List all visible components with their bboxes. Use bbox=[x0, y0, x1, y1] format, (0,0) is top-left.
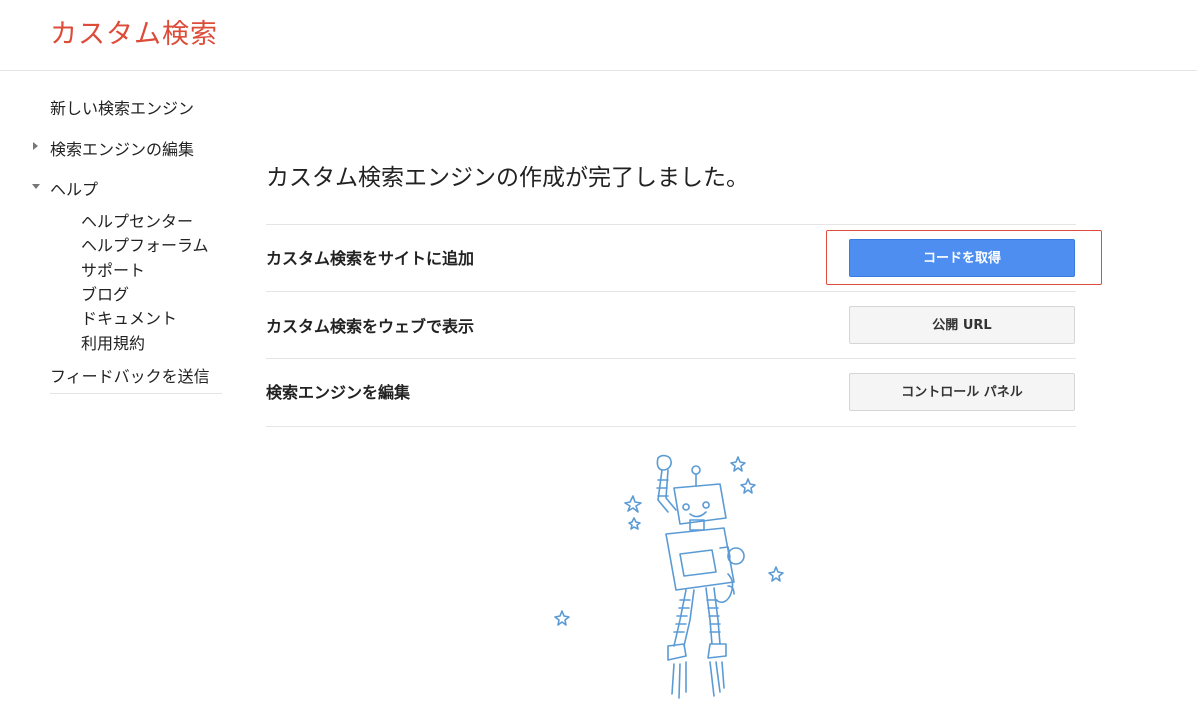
row-divider bbox=[266, 291, 1076, 292]
sidebar-subitem-help-center[interactable]: ヘルプセンター bbox=[81, 208, 193, 232]
app-title[interactable]: カスタム検索 bbox=[50, 12, 218, 51]
page-title: カスタム検索エンジンの作成が完了しました。 bbox=[266, 165, 749, 191]
sidebar-divider bbox=[50, 393, 222, 394]
row-divider bbox=[266, 358, 1076, 359]
row-label-view-on-web: カスタム検索をウェブで表示 bbox=[266, 317, 475, 336]
app-header: カスタム検索 bbox=[0, 0, 1197, 71]
sidebar-subitem-terms[interactable]: 利用規約 bbox=[81, 330, 145, 354]
robot-illustration bbox=[554, 454, 784, 699]
row-label-add-to-site: カスタム検索をサイトに追加 bbox=[266, 249, 475, 268]
public-url-button[interactable]: 公開 URL bbox=[849, 306, 1075, 344]
sidebar-subitem-help-forum[interactable]: ヘルプフォーラム bbox=[81, 232, 209, 256]
sidebar-item-new-engine[interactable]: 新しい検索エンジン bbox=[50, 95, 194, 119]
sidebar-subitem-documents[interactable]: ドキュメント bbox=[81, 305, 177, 329]
control-panel-button[interactable]: コントロール パネル bbox=[849, 373, 1075, 411]
get-code-button[interactable]: コードを取得 bbox=[849, 239, 1075, 277]
collapse-arrow-icon[interactable] bbox=[32, 184, 40, 189]
sidebar-subitem-support[interactable]: サポート bbox=[81, 257, 145, 281]
row-label-edit-engine: 検索エンジンを編集 bbox=[266, 383, 411, 402]
sidebar-item-help[interactable]: ヘルプ bbox=[50, 176, 98, 200]
row-divider bbox=[266, 426, 1076, 427]
expand-arrow-icon[interactable] bbox=[33, 142, 38, 150]
row-divider bbox=[266, 224, 1076, 225]
sidebar-item-edit-engine[interactable]: 検索エンジンの編集 bbox=[50, 136, 194, 160]
sidebar-item-feedback[interactable]: フィードバックを送信 bbox=[50, 363, 210, 387]
sidebar-subitem-blog[interactable]: ブログ bbox=[81, 281, 129, 305]
